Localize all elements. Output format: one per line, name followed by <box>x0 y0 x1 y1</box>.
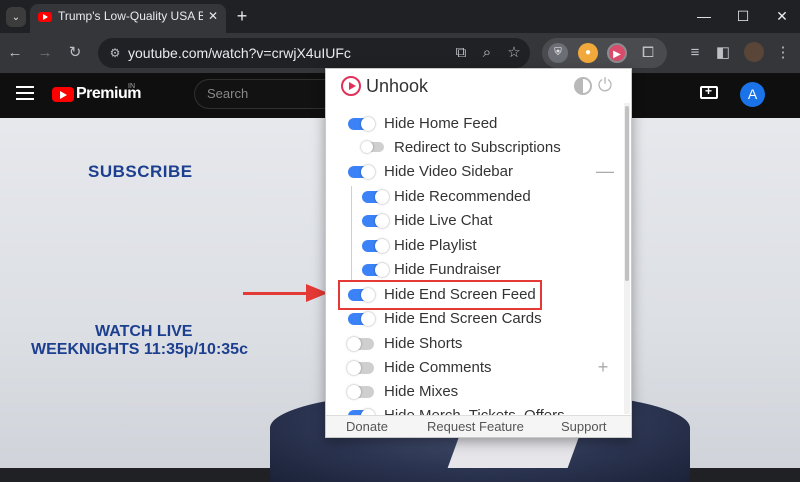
toggle-hide-recommended[interactable] <box>362 190 389 204</box>
option-label-hide-fundraiser: Hide Fundraiser <box>394 261 501 278</box>
collapse-minus-icon[interactable]: — <box>596 162 614 180</box>
extension-icon[interactable]: ● <box>578 43 598 63</box>
theme-toggle-icon[interactable] <box>574 77 592 95</box>
reload-icon[interactable]: ↻ <box>64 42 86 64</box>
unhook-extension-icon[interactable]: ▶ <box>607 43 627 63</box>
media-controls-icon[interactable]: ≡ <box>684 42 706 64</box>
request-feature-link[interactable]: Request Feature <box>427 419 524 435</box>
option-label-hide-video-sidebar: Hide Video Sidebar <box>384 163 513 180</box>
power-icon[interactable]: ⏻ <box>596 76 614 94</box>
option-label-hide-live-chat: Hide Live Chat <box>394 212 493 229</box>
side-panel-icon[interactable]: ◧ <box>712 42 734 64</box>
search-placeholder: Search <box>207 86 249 101</box>
toggle-hide-playlist[interactable] <box>362 239 389 253</box>
option-label-hide-recommended: Hide Recommended <box>394 188 531 205</box>
install-app-icon[interactable]: ⧉ <box>450 42 472 64</box>
create-video-icon[interactable] <box>700 84 718 99</box>
youtube-logo-icon[interactable] <box>52 87 74 102</box>
popup-title: Unhook <box>366 76 429 96</box>
hamburger-menu-icon[interactable] <box>16 86 34 100</box>
forward-arrow-icon[interactable]: → <box>34 42 56 64</box>
back-arrow-icon[interactable]: ← <box>4 42 26 64</box>
toggle-hide-comments[interactable] <box>347 361 374 375</box>
annotation-arrow <box>243 292 308 295</box>
unhook-logo-icon <box>341 76 361 96</box>
expand-plus-icon[interactable]: + <box>596 358 610 376</box>
video-schedule-text: WEEKNIGHTS 11:35p/10:35c <box>31 341 248 358</box>
site-info-icon[interactable]: ⚙ <box>104 42 126 64</box>
toggle-hide-home-feed[interactable] <box>348 117 375 131</box>
youtube-premium-brand[interactable]: Premium <box>76 85 141 105</box>
support-link[interactable]: Support <box>561 419 607 435</box>
shield-extension-icon[interactable]: ⛨ <box>548 43 568 63</box>
region-code: IN <box>128 83 135 90</box>
tab-title: Trump's Low-Quality USA Bible <box>58 9 203 23</box>
profile-avatar[interactable] <box>744 42 764 62</box>
option-label-redirect-to-subscriptions: Redirect to Subscriptions <box>394 139 561 156</box>
video-watch-live-text: WATCH LIVE <box>95 323 193 340</box>
maximize-button[interactable]: ☐ <box>733 6 753 26</box>
video-subscribe-text: SUBSCRIBE <box>88 162 193 181</box>
minimize-button[interactable]: — <box>694 6 714 26</box>
tab-search-button[interactable]: ⌄ <box>6 7 26 27</box>
option-label-hide-home-feed: Hide Home Feed <box>384 115 498 132</box>
donate-link[interactable]: Donate <box>346 419 388 435</box>
option-label-hide-mixes: Hide Mixes <box>384 383 459 400</box>
close-window-button[interactable]: ✕ <box>772 6 792 26</box>
toggle-hide-mixes[interactable] <box>347 385 374 399</box>
toggle-hide-fundraiser[interactable] <box>362 263 389 277</box>
option-label-hide-end-screen-cards: Hide End Screen Cards <box>384 310 542 327</box>
toggle-hide-shorts[interactable] <box>347 337 374 351</box>
highlight-box <box>338 280 542 310</box>
option-label-hide-shorts: Hide Shorts <box>384 335 463 352</box>
toggle-hide-video-sidebar[interactable] <box>348 165 375 179</box>
menu-dots-icon[interactable]: ⋮ <box>772 42 794 64</box>
bookmark-star-icon[interactable]: ☆ <box>503 42 525 64</box>
option-label-hide-comments: Hide Comments <box>384 359 492 376</box>
toggle-hide-end-screen-cards[interactable] <box>348 312 375 326</box>
new-tab-button[interactable]: + <box>232 6 252 26</box>
toggle-redirect-to-subscriptions[interactable] <box>361 141 384 153</box>
popup-scrollbar-thumb[interactable] <box>625 106 629 281</box>
puzzle-icon[interactable]: ⧠ <box>637 42 659 64</box>
youtube-avatar[interactable]: A <box>740 82 765 107</box>
tab-close-icon[interactable]: ✕ <box>206 9 220 23</box>
option-label-hide-playlist: Hide Playlist <box>394 237 477 254</box>
toggle-hide-live-chat[interactable] <box>362 214 389 228</box>
url-text[interactable]: youtube.com/watch?v=crwjX4uIUFc <box>128 45 388 61</box>
sub-option-guide-line <box>351 186 352 282</box>
zoom-icon[interactable]: ⌕ <box>476 42 498 64</box>
youtube-favicon-icon <box>38 12 52 22</box>
